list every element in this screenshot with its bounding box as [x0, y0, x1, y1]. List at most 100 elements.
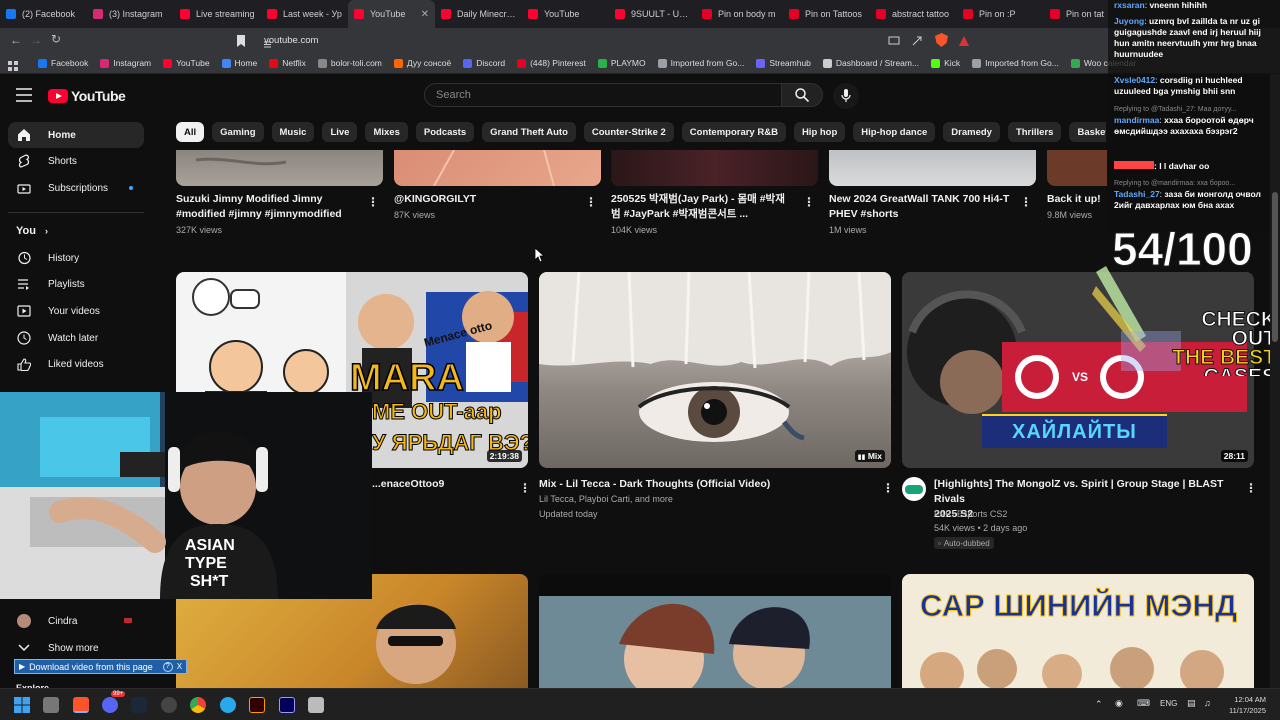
back-icon[interactable]: ←: [6, 33, 26, 47]
sidebar-item-liked-videos[interactable]: Liked videos: [8, 351, 144, 377]
network-icon[interactable]: ▤: [1187, 698, 1196, 709]
chip-podcasts[interactable]: Podcasts: [415, 122, 475, 142]
sidebar-item-subscriptions[interactable]: Subscriptions: [8, 175, 144, 201]
video-title[interactable]: ...enaceOttoo9: [372, 477, 502, 492]
browser-tab[interactable]: Pin on :P: [957, 0, 1044, 28]
cast-icon[interactable]: [888, 34, 900, 46]
obs-icon[interactable]: [161, 697, 177, 713]
show-more-button[interactable]: Show more: [8, 635, 144, 661]
browser-tab[interactable]: YouTube: [522, 0, 609, 28]
sidebar-item-home[interactable]: Home: [8, 122, 144, 148]
video-thumbnail[interactable]: ▮▮ Mix: [539, 272, 891, 468]
sidebar-item-playlists[interactable]: Playlists: [8, 271, 144, 297]
video-thumbnail[interactable]: [611, 150, 818, 186]
video-thumbnail[interactable]: [539, 574, 891, 688]
search-button[interactable]: [781, 83, 823, 107]
browser-tab[interactable]: abstract tattoo: [870, 0, 957, 28]
search-input[interactable]: Search: [424, 83, 782, 107]
chip-hip-hop-dance[interactable]: Hip-hop dance: [853, 122, 936, 142]
browser-tab[interactable]: 9SUULT - UNU: [609, 0, 696, 28]
video-title[interactable]: @KINGORGILYT: [394, 192, 579, 207]
tray-chevron-icon[interactable]: ⌃: [1095, 699, 1103, 710]
bookmark-item[interactable]: (448) Pinterest: [517, 58, 586, 68]
scrollbar-thumb[interactable]: [1272, 192, 1278, 342]
premiere-icon[interactable]: [279, 697, 295, 713]
scrollbar[interactable]: [1270, 74, 1280, 688]
bookmark-item[interactable]: Дуу сонсоё: [393, 58, 451, 68]
youtube-logo[interactable]: YouTube: [48, 88, 126, 104]
chip-gaming[interactable]: Gaming: [212, 122, 264, 142]
reload-icon[interactable]: ↻: [46, 32, 66, 46]
browser-tab[interactable]: Pin on Tattoos: [783, 0, 870, 28]
bookmark-item[interactable]: Streamhub: [756, 58, 811, 68]
menu-icon[interactable]: [16, 88, 32, 102]
video-title[interactable]: Mix - Lil Tecca - Dark Thoughts (Officia…: [539, 477, 859, 492]
browser-tab[interactable]: Live streaming: [174, 0, 261, 28]
video-thumbnail[interactable]: САР ШИНИЙН МЭНД: [902, 574, 1254, 688]
chip-counter-strike-2[interactable]: Counter-Strike 2: [583, 122, 674, 142]
channel-avatar[interactable]: [902, 477, 926, 501]
illustrator-icon[interactable]: [249, 697, 265, 713]
chip-contemporary-r-b[interactable]: Contemporary R&B: [681, 122, 786, 142]
apps-grid-icon[interactable]: [8, 58, 18, 71]
sidebar-item-watch-later[interactable]: Watch later: [8, 325, 144, 351]
more-actions-icon[interactable]: ⋮: [1020, 196, 1032, 208]
chip-live[interactable]: Live: [322, 122, 358, 142]
channel-name[interactable]: Lil Tecca, Playboi Carti, and more: [539, 492, 673, 506]
browser-tab[interactable]: (3) Instagram: [87, 0, 174, 28]
browser-tab[interactable]: Pin on body m: [696, 0, 783, 28]
video-title[interactable]: Suzuki Jimny Modified Jimny #modified #j…: [176, 192, 361, 222]
file-explorer-icon[interactable]: [43, 697, 59, 713]
chip-grand-theft-auto[interactable]: Grand Theft Auto: [482, 122, 576, 142]
voice-search-button[interactable]: [833, 83, 859, 109]
chip-all[interactable]: All: [176, 122, 205, 142]
bookmark-item[interactable]: Discord: [463, 58, 505, 68]
more-actions-icon[interactable]: ⋮: [585, 196, 597, 208]
windows-start-icon[interactable]: [14, 697, 30, 713]
bookmark-item[interactable]: Instagram: [100, 58, 151, 68]
bookmark-item[interactable]: Kick: [931, 58, 960, 68]
browser-tab[interactable]: Daily Minecraft: [435, 0, 522, 28]
chip-music[interactable]: Music: [271, 122, 315, 142]
chip-mixes[interactable]: Mixes: [365, 122, 408, 142]
chip-hip-hop[interactable]: Hip hop: [793, 122, 846, 142]
sidebar-item-your-videos[interactable]: Your videos: [8, 298, 144, 324]
video-thumbnail[interactable]: [829, 150, 1036, 186]
steam-icon[interactable]: [131, 697, 147, 713]
you-section-header[interactable]: You ›: [16, 225, 48, 237]
bookmark-item[interactable]: Facebook: [38, 58, 88, 68]
bookmark-item[interactable]: Dashboard / Stream...: [822, 58, 919, 68]
chip-thrillers[interactable]: Thrillers: [1007, 122, 1062, 142]
video-thumbnail[interactable]: [1047, 150, 1107, 186]
bookmark-item[interactable]: PLAYMO: [597, 58, 646, 68]
close-icon[interactable]: X: [177, 662, 182, 671]
download-video-bar[interactable]: ▶ Download video from this page ? X: [14, 659, 188, 674]
browser-tab[interactable]: Last week - Ур: [261, 0, 348, 28]
video-thumbnail[interactable]: [176, 150, 383, 186]
video-title[interactable]: 250525 박재범(Jay Park) - 몸매 #박재 범 #JayPark…: [611, 192, 796, 222]
brave-shield-icon[interactable]: [935, 33, 948, 47]
clock[interactable]: 12:04 AM 11/17/2025: [1229, 694, 1266, 716]
forward-icon[interactable]: →: [26, 33, 46, 47]
bookmark-item[interactable]: Imported from Go...: [657, 58, 744, 68]
channel-name[interactable]: PARI Esports CS2: [934, 507, 1007, 521]
share-icon[interactable]: [911, 34, 923, 46]
browser-tab[interactable]: YouTube ✕: [348, 0, 435, 28]
sidebar-item-shorts[interactable]: Shorts: [8, 148, 144, 174]
chip-dramedy[interactable]: Dramedy: [943, 122, 1000, 142]
app-icon[interactable]: [308, 697, 324, 713]
video-title[interactable]: New 2024 GreatWall TANK 700 Hi4-T PHEV #…: [829, 192, 1014, 222]
sidebar-item-history[interactable]: History: [8, 245, 144, 271]
bookmark-item[interactable]: Imported from Go...: [972, 58, 1059, 68]
telegram-icon[interactable]: [220, 697, 236, 713]
chip-basketball[interactable]: Basketball: [1069, 122, 1106, 142]
chrome-icon[interactable]: [190, 697, 206, 713]
brave-browser-icon[interactable]: [73, 697, 89, 713]
language-indicator[interactable]: ENG: [1160, 699, 1177, 708]
video-title[interactable]: Back it up!: [1047, 192, 1107, 207]
keyboard-icon[interactable]: ⌨: [1137, 698, 1150, 709]
help-button[interactable]: ?: [162, 661, 173, 672]
tab-close-icon[interactable]: ✕: [421, 9, 429, 20]
url-field[interactable]: youtube.com: [258, 31, 978, 49]
video-thumbnail[interactable]: [394, 150, 601, 186]
